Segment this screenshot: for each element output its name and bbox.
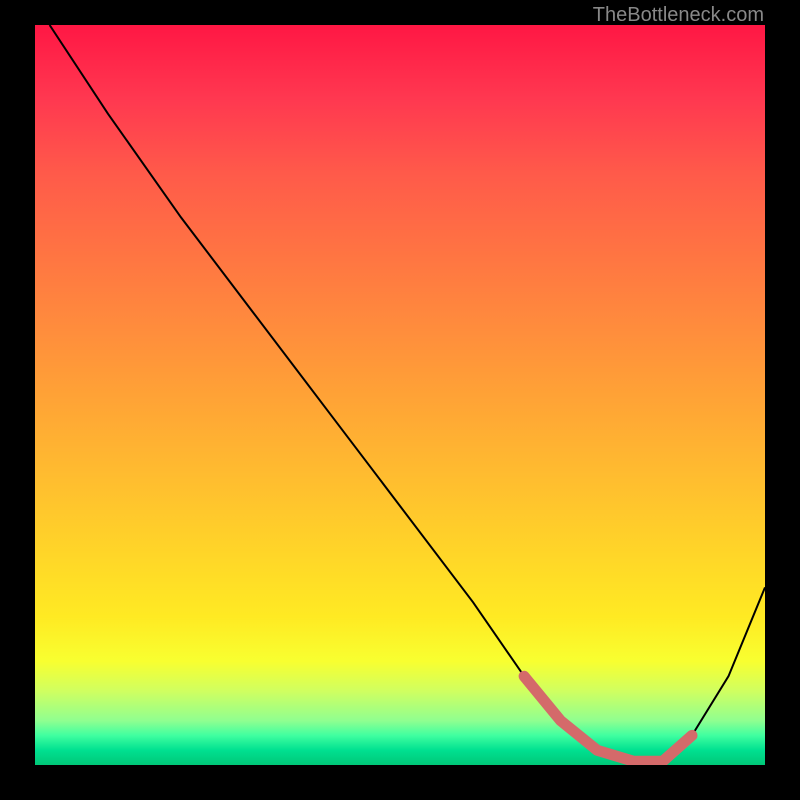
chart-container: TheBottleneck.com [0, 0, 800, 800]
watermark-text: TheBottleneck.com [593, 4, 764, 27]
highlight-segment-path [524, 676, 692, 761]
plot-area [35, 25, 765, 765]
chart-svg [35, 25, 765, 765]
main-curve-path [50, 25, 765, 761]
